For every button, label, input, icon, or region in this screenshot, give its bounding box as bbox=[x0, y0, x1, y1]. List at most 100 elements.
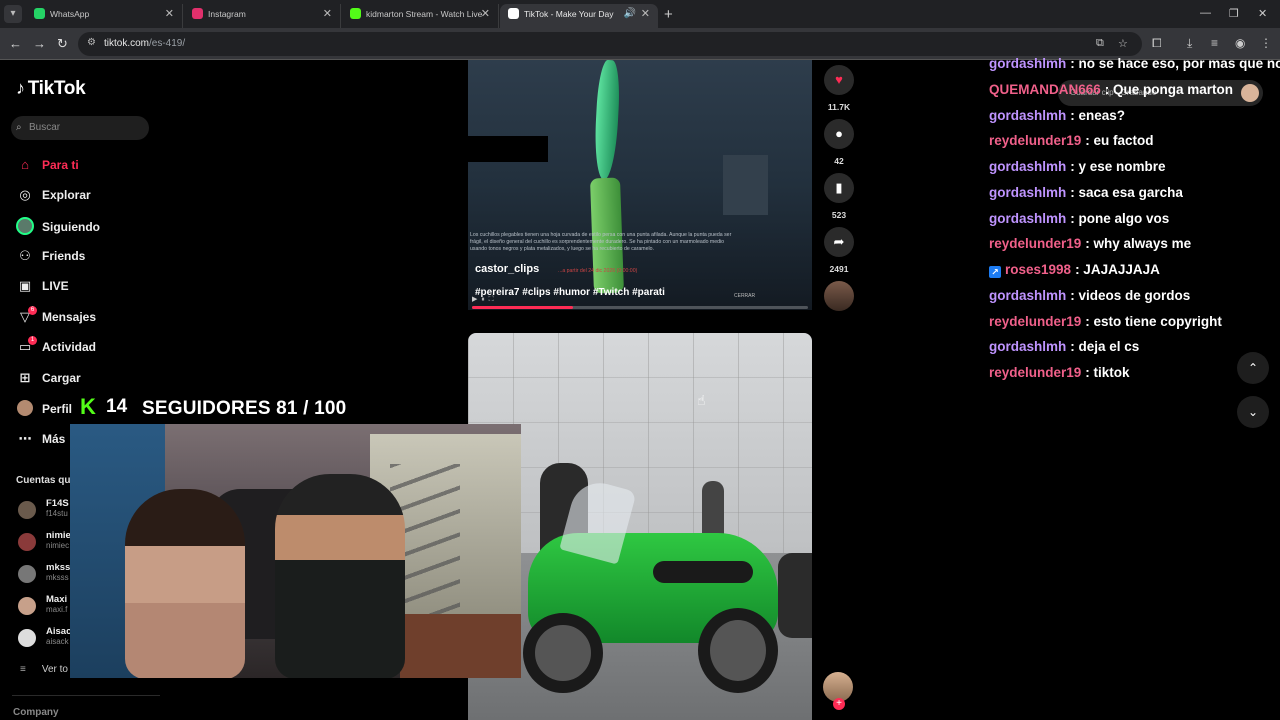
close-window-button[interactable]: ✕ bbox=[1258, 7, 1267, 20]
live-icon: ▣ bbox=[18, 278, 32, 293]
chat-message: reydelunder19 : eu factod bbox=[989, 133, 1154, 148]
nav-explorar[interactable]: ◎ Explorar bbox=[16, 187, 90, 207]
browser-tab-bar: ▾ WhatsApp ✕ Instagram ✕ kidmarton Strea… bbox=[0, 0, 1280, 28]
chat-text: : saca esa garcha bbox=[1070, 185, 1183, 200]
chat-message: gordashlmh : saca esa garcha bbox=[989, 185, 1183, 200]
tab-tiktok[interactable]: TikTok - Make Your Day 🔊 ✕ bbox=[500, 4, 658, 28]
video-black-box bbox=[468, 136, 548, 162]
video-progress-bar[interactable] bbox=[472, 306, 808, 309]
extensions-icon[interactable]: ⧠ bbox=[1152, 36, 1162, 51]
nav-siguiendo[interactable]: Siguiendo bbox=[16, 217, 100, 237]
chat-username[interactable]: reydelunder19 bbox=[989, 236, 1081, 251]
profile-icon bbox=[16, 400, 34, 416]
new-tab-button[interactable]: + bbox=[664, 6, 673, 23]
tab-label: WhatsApp bbox=[50, 9, 90, 19]
forward-icon[interactable]: → bbox=[33, 36, 46, 51]
chat-username[interactable]: reydelunder19 bbox=[989, 314, 1081, 329]
nav-perfil[interactable]: Perfil bbox=[16, 400, 72, 420]
back-icon[interactable]: ← bbox=[9, 36, 22, 51]
chevron-down-icon: ⌄ bbox=[1247, 405, 1259, 419]
music-disc-avatar[interactable] bbox=[824, 281, 854, 311]
reload-icon[interactable]: ↻ bbox=[57, 36, 68, 52]
chat-text: : eneas? bbox=[1070, 108, 1126, 123]
chat-text: : eu factod bbox=[1085, 133, 1154, 148]
bookmark-icon: ▮ bbox=[835, 180, 843, 195]
video-background-object bbox=[723, 155, 768, 215]
comment-button[interactable]: ● bbox=[824, 119, 854, 149]
follow-plus-icon[interactable]: + bbox=[833, 698, 845, 710]
chat-username[interactable]: gordashlmh bbox=[989, 56, 1066, 71]
sub-badge-icon: ↗ bbox=[989, 266, 1001, 278]
chat-text: : tiktok bbox=[1085, 365, 1130, 380]
chevron-up-icon: ⌃ bbox=[1247, 361, 1259, 375]
search-placeholder: Buscar bbox=[29, 122, 61, 133]
messages-badge: 6 bbox=[28, 306, 37, 315]
tab-whatsapp[interactable]: WhatsApp ✕ bbox=[26, 4, 183, 28]
video-close-label[interactable]: CERRAR bbox=[734, 293, 755, 299]
chat-message: ↗ roses1998 : JAJAJJAJA bbox=[989, 262, 1160, 278]
speaker-icon[interactable]: 🔊 bbox=[624, 4, 636, 24]
nav-mas[interactable]: ⋯ Más bbox=[16, 431, 66, 451]
minimize-button[interactable]: — bbox=[1200, 7, 1211, 19]
nav-para-ti[interactable]: ⌂ Para ti bbox=[16, 157, 79, 177]
address-bar[interactable]: ⚙ tiktok.com/es-419/ ⧉ ☆ bbox=[78, 32, 1142, 56]
company-link[interactable]: Company bbox=[13, 707, 59, 718]
save-button[interactable]: ▮ bbox=[824, 173, 854, 203]
tiktok-icon bbox=[508, 8, 519, 19]
nav-friends[interactable]: ⚇ Friends bbox=[16, 248, 85, 268]
video-description-overlay: Los cuchillos plegables tienen una hoja … bbox=[470, 232, 732, 252]
chat-username[interactable]: gordashlmh bbox=[989, 288, 1066, 303]
chat-username[interactable]: roses1998 bbox=[1005, 262, 1071, 277]
search-input[interactable]: ⌕ Buscar bbox=[11, 116, 149, 140]
video-username[interactable]: castor_clips bbox=[475, 263, 539, 275]
chat-text: : no se hace eso, por mas que no s bbox=[1070, 56, 1280, 71]
close-tab-icon[interactable]: ✕ bbox=[165, 4, 174, 24]
share-button[interactable]: ➦ bbox=[824, 227, 854, 257]
close-tab-icon[interactable]: ✕ bbox=[641, 4, 650, 24]
media-control-icon[interactable]: ≡ bbox=[1211, 36, 1218, 50]
chat-username[interactable]: gordashlmh bbox=[989, 185, 1066, 200]
video-player-1[interactable]: Los cuchillos plegables tienen una hoja … bbox=[468, 60, 812, 310]
like-button[interactable]: ♥ bbox=[824, 65, 854, 95]
nav-live[interactable]: ▣ LIVE bbox=[16, 278, 69, 298]
upload-icon: ⊞ bbox=[19, 370, 31, 385]
motorcycle-wheel bbox=[698, 608, 778, 693]
chat-username[interactable]: gordashlmh bbox=[989, 108, 1066, 123]
like-count: 11.7K bbox=[827, 102, 851, 112]
chat-username[interactable]: reydelunder19 bbox=[989, 365, 1081, 380]
chat-username[interactable]: reydelunder19 bbox=[989, 133, 1081, 148]
nav-cargar[interactable]: ⊞ Cargar bbox=[16, 370, 81, 390]
video-hashtags[interactable]: #pereira7 #clips #humor #Twitch #parati bbox=[475, 287, 665, 298]
chat-username[interactable]: QUEMANDAN666 bbox=[989, 82, 1101, 97]
tiktok-logo[interactable]: ♪ TikTok bbox=[16, 78, 86, 100]
menu-kebab-icon[interactable]: ⋮ bbox=[1260, 36, 1272, 50]
instagram-icon bbox=[192, 8, 203, 19]
avatar bbox=[18, 597, 36, 615]
see-all-link[interactable]: ≡ Ver to bbox=[20, 664, 68, 675]
download-icon[interactable]: ⤓ bbox=[1187, 36, 1192, 51]
scroll-up-button[interactable]: ⌃ bbox=[1237, 352, 1269, 384]
profile-avatar-icon[interactable]: ◉ bbox=[1235, 36, 1245, 50]
more-icon: ⋯ bbox=[18, 431, 32, 446]
tab-label: kidmarton Stream - Watch Live bbox=[366, 9, 483, 19]
following-avatar-icon bbox=[16, 217, 34, 235]
avatar bbox=[18, 565, 36, 583]
tab-instagram[interactable]: Instagram ✕ bbox=[184, 4, 341, 28]
tab-kick[interactable]: kidmarton Stream - Watch Live ✕ bbox=[342, 4, 499, 28]
hand-cursor-icon: ☝ bbox=[697, 392, 706, 408]
chat-username[interactable]: gordashlmh bbox=[989, 159, 1066, 174]
heart-icon: ♥ bbox=[835, 72, 843, 87]
chat-username[interactable]: gordashlmh bbox=[989, 339, 1066, 354]
tab-search-button[interactable]: ▾ bbox=[4, 5, 22, 23]
scroll-down-button[interactable]: ⌄ bbox=[1237, 396, 1269, 428]
video-controls[interactable]: ▶ ⏸ ⛶ bbox=[472, 295, 494, 304]
close-tab-icon[interactable]: ✕ bbox=[481, 4, 490, 24]
site-info-icon[interactable]: ⚙ bbox=[87, 37, 96, 48]
whatsapp-icon bbox=[34, 8, 45, 19]
install-app-icon[interactable]: ⧉ bbox=[1096, 37, 1104, 50]
bookmark-star-icon[interactable]: ☆ bbox=[1118, 37, 1128, 50]
close-tab-icon[interactable]: ✕ bbox=[323, 4, 332, 24]
chat-text: : JAJAJJAJA bbox=[1075, 262, 1160, 277]
chat-username[interactable]: gordashlmh bbox=[989, 211, 1066, 226]
restore-button[interactable]: ❐ bbox=[1229, 7, 1239, 20]
